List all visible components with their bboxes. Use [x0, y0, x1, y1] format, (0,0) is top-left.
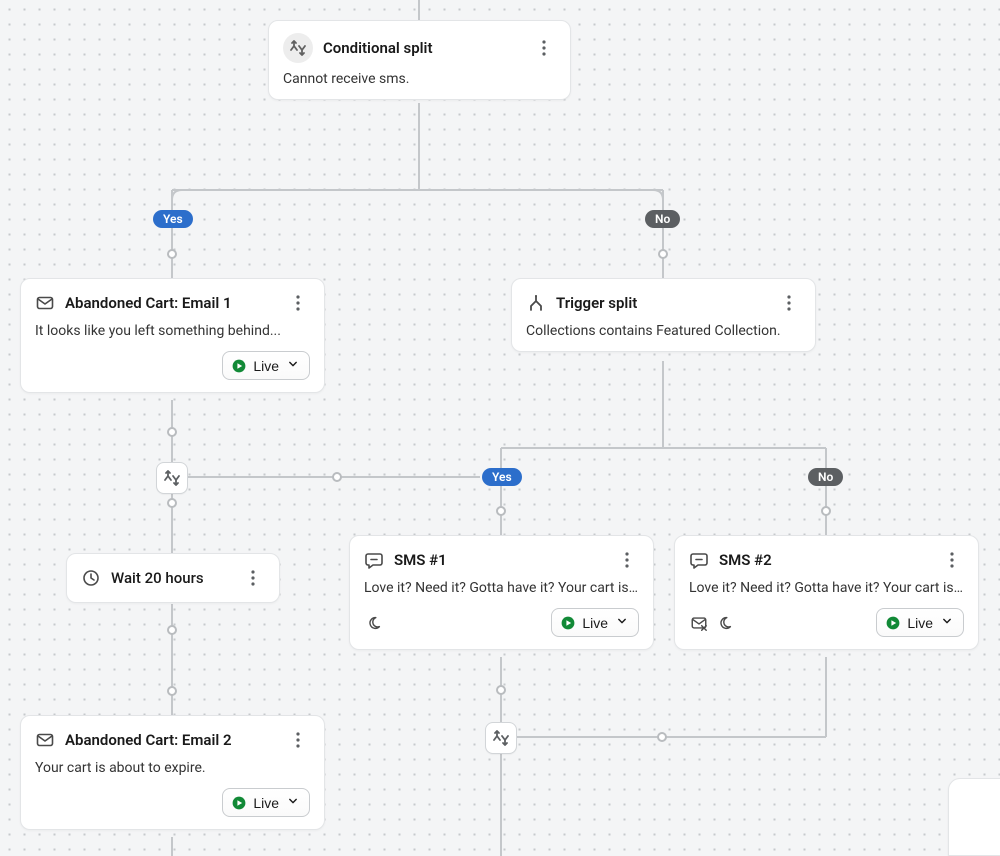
status-label: Live	[253, 358, 279, 374]
node-title: Abandoned Cart: Email 2	[65, 731, 276, 749]
node-menu-button[interactable]	[241, 566, 265, 590]
chevron-down-icon	[614, 613, 630, 632]
node-menu-button[interactable]	[532, 36, 556, 60]
node-email-1[interactable]: Abandoned Cart: Email 1 It looks like yo…	[20, 278, 325, 393]
node-title: Abandoned Cart: Email 1	[65, 294, 276, 312]
play-icon	[231, 358, 247, 374]
status-dropdown[interactable]: Live	[222, 788, 310, 817]
sms-icon	[689, 550, 709, 570]
node-title: SMS #1	[394, 551, 605, 569]
status-label: Live	[907, 615, 933, 631]
mail-icon	[35, 730, 55, 750]
node-menu-button[interactable]	[940, 548, 964, 572]
node-email-2[interactable]: Abandoned Cart: Email 2 Your cart is abo…	[20, 715, 325, 830]
node-description: Cannot receive sms.	[283, 71, 556, 87]
clock-icon	[81, 568, 101, 588]
merge-junction[interactable]	[485, 722, 517, 754]
node-trigger-split[interactable]: Trigger split Collections contains Featu…	[511, 278, 816, 352]
node-title: SMS #2	[719, 551, 930, 569]
node-menu-button[interactable]	[286, 291, 310, 315]
sms-icon	[364, 550, 384, 570]
node-description: Collections contains Featured Collection…	[526, 323, 801, 339]
branch-icon	[526, 293, 546, 313]
chevron-down-icon	[939, 613, 955, 632]
split-icon	[283, 33, 313, 63]
node-description: It looks like you left something behind.…	[35, 323, 310, 339]
chevron-down-icon	[285, 356, 301, 375]
branch-label-no: No	[645, 210, 680, 228]
status-label: Live	[582, 615, 608, 631]
node-sms-2[interactable]: SMS #2 Love it? Need it? Gotta have it? …	[674, 535, 979, 650]
mail-icon	[35, 293, 55, 313]
branch-label-no: No	[808, 468, 843, 486]
status-dropdown[interactable]: Live	[222, 351, 310, 380]
node-menu-button[interactable]	[777, 291, 801, 315]
moon-icon	[715, 613, 735, 633]
node-description: Your cart is about to expire.	[35, 760, 310, 776]
minimap-panel[interactable]	[948, 778, 1000, 856]
node-description: Love it? Need it? Gotta have it? Your ca…	[689, 580, 964, 596]
node-description: Love it? Need it? Gotta have it? Your ca…	[364, 580, 639, 596]
branch-label-yes: Yes	[482, 468, 522, 486]
play-icon	[231, 795, 247, 811]
mail-skip-icon	[689, 613, 709, 633]
node-conditional-split[interactable]: Conditional split Cannot receive sms.	[268, 20, 571, 100]
node-wait[interactable]: Wait 20 hours	[66, 553, 280, 603]
node-title: Wait 20 hours	[111, 569, 231, 587]
chevron-down-icon	[285, 793, 301, 812]
play-icon	[560, 615, 576, 631]
node-sms-1[interactable]: SMS #1 Love it? Need it? Gotta have it? …	[349, 535, 654, 650]
moon-icon	[364, 613, 384, 633]
node-menu-button[interactable]	[286, 728, 310, 752]
status-dropdown[interactable]: Live	[551, 608, 639, 637]
branch-label-yes: Yes	[153, 210, 193, 228]
node-menu-button[interactable]	[615, 548, 639, 572]
status-dropdown[interactable]: Live	[876, 608, 964, 637]
play-icon	[885, 615, 901, 631]
merge-junction[interactable]	[156, 462, 188, 494]
node-title: Conditional split	[323, 39, 522, 57]
node-title: Trigger split	[556, 294, 767, 312]
status-label: Live	[253, 795, 279, 811]
